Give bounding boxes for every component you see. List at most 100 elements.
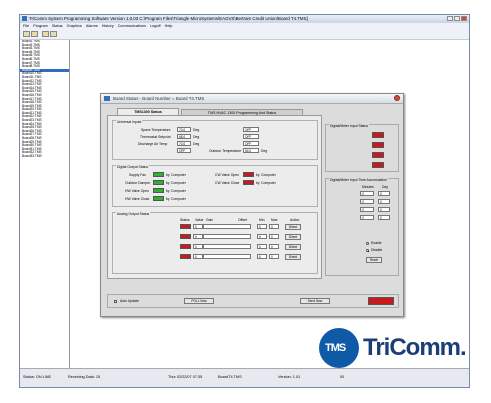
space-temp-value: 70.0 xyxy=(177,127,191,132)
digital-output-group: Digital Output Status Supply Fan by Comp… xyxy=(112,165,318,207)
print-icon[interactable] xyxy=(42,31,49,37)
board-list[interactable]: Board1.TMS Board2.TMS Board3.TMS Board4.TMS… xyxy=(20,40,70,369)
status-bar: Status: ON LINE Receiving Data: 15 Thur … xyxy=(20,368,469,387)
hw-valve-open-led[interactable] xyxy=(153,188,164,193)
close-button[interactable] xyxy=(461,16,467,21)
thermostat-setpoint-unit: Deg xyxy=(193,135,200,139)
time-accumulation-group: Digital/Meter Input Time Accumulation Mi… xyxy=(325,178,399,276)
outdoor-damper-led[interactable] xyxy=(153,180,164,185)
copy-icon[interactable] xyxy=(50,31,57,37)
digital-input2-led xyxy=(372,142,384,148)
analog-col-max: Max xyxy=(271,218,278,222)
accum-col-minutes: Minutes xyxy=(362,185,374,189)
analog-col-offset: Offset xyxy=(238,218,247,222)
analog-col-status: Status xyxy=(180,218,190,222)
outdoor-temp-label: Outdoor Temperature xyxy=(209,149,242,153)
supply-fan-by: by xyxy=(166,173,170,177)
enable-label: Enable xyxy=(371,241,382,245)
status-datetime: Thur 02/22/07 07:35 xyxy=(168,375,203,379)
status-version: Version: 1.01 xyxy=(278,375,301,379)
send-now-button[interactable]: Send Now xyxy=(300,298,330,304)
digital-input3-led xyxy=(372,152,384,158)
analog3-action-button[interactable]: Direct xyxy=(285,244,301,250)
disable-label: Disable xyxy=(371,248,383,252)
analog2-max[interactable]: 0 xyxy=(269,234,279,239)
cw-valve-open-label: CW Valve Open xyxy=(215,173,240,177)
minimize-button[interactable] xyxy=(447,16,453,21)
dialog-close-button[interactable] xyxy=(394,95,400,101)
digital-input-title: Digital/Meter Input Status xyxy=(329,124,370,128)
analog3-gain-offset[interactable] xyxy=(203,244,251,249)
analog4-min[interactable]: 0 xyxy=(257,254,267,259)
save-icon[interactable] xyxy=(31,31,38,37)
hw-valve-close-source: Computer xyxy=(171,197,186,201)
accum3-day: 0 xyxy=(378,207,390,212)
open-icon[interactable] xyxy=(23,31,30,37)
digital-input1-led xyxy=(372,132,384,138)
cw-valve-close-label: CW Valve Close xyxy=(215,181,240,185)
input4-value: OFF xyxy=(177,148,191,153)
cw-valve-close-source: Computer xyxy=(261,181,276,185)
hw-valve-close-by: by xyxy=(166,197,170,201)
outdoor-temp-unit: Deg xyxy=(261,149,268,153)
tab-tms1300-status[interactable]: TMS1300 Status xyxy=(117,108,179,115)
disable-radio[interactable] xyxy=(366,249,369,252)
analog1-gain-offset[interactable] xyxy=(203,224,251,229)
poll-now-button[interactable]: POLL Now xyxy=(184,298,214,304)
status-panel: Universal Inputs Space Temperature 70.0 … xyxy=(107,115,322,279)
analog4-action-button[interactable]: Direct xyxy=(285,254,301,260)
analog-output-title: Analog Output Status xyxy=(116,212,151,216)
analog1-max[interactable]: 0 xyxy=(269,224,279,229)
toolbar xyxy=(20,29,469,40)
discharge-air-status: OFF xyxy=(243,141,259,146)
hw-valve-close-label: HW Valve Close xyxy=(125,197,150,201)
status-file: BoardT4.TMS xyxy=(218,375,242,379)
analog-output-group: Analog Output Status Status Value Gain O… xyxy=(112,212,318,274)
cw-valve-open-led[interactable] xyxy=(243,172,254,177)
outdoor-temp-value: 54.0 xyxy=(243,148,259,153)
analog3-min[interactable]: 0 xyxy=(257,244,267,249)
tricomm-mark-text: TMS xyxy=(325,342,346,354)
outdoor-damper-by: by xyxy=(166,181,170,185)
thermostat-setpoint-label: Thermostat Setpoint xyxy=(140,135,171,139)
analog-col-value: Value xyxy=(195,218,204,222)
accum2-day: 0 xyxy=(378,199,390,204)
space-temp-unit: Deg xyxy=(193,128,200,132)
auto-update-checkbox[interactable] xyxy=(114,300,117,303)
reset-button[interactable]: Reset xyxy=(366,257,382,263)
dialog-footer: Auto Update POLL Now Send Now xyxy=(107,294,399,308)
analog1-min[interactable]: 0 xyxy=(257,224,267,229)
cw-valve-open-by: by xyxy=(256,173,260,177)
cw-valve-close-led[interactable] xyxy=(243,180,254,185)
window-title: TriComm System Programming Software Vers… xyxy=(29,16,308,21)
enable-radio[interactable] xyxy=(366,242,369,245)
accum2-minutes: 0 xyxy=(360,199,374,204)
analog2-min[interactable]: 0 xyxy=(257,234,267,239)
analog2-value: 0 xyxy=(193,234,203,239)
accum4-day: 0 xyxy=(378,215,390,220)
hw-valve-close-led[interactable] xyxy=(153,196,164,201)
board-list-item[interactable]: Board33.TMS xyxy=(20,154,69,159)
digital-output-title: Digital Output Status xyxy=(116,165,150,169)
analog3-status-led xyxy=(180,244,191,249)
discharge-air-unit: Deg xyxy=(193,142,200,146)
analog1-action-button[interactable]: Direct xyxy=(285,224,301,230)
maximize-button[interactable] xyxy=(454,16,460,21)
analog-col-action: Action xyxy=(290,218,300,222)
supply-fan-led[interactable] xyxy=(153,172,164,177)
analog4-value: 0 xyxy=(193,254,203,259)
analog3-value: 0 xyxy=(193,244,203,249)
cw-valve-open-source: Computer xyxy=(261,173,276,177)
hw-valve-open-by: by xyxy=(166,189,170,193)
auto-update-label: Auto Update xyxy=(120,299,139,303)
analog4-max[interactable]: 0 xyxy=(269,254,279,259)
tricomm-wordmark: TriComm. xyxy=(363,334,467,361)
space-temp-label: Space Temperature xyxy=(141,128,171,132)
analog4-gain-offset[interactable] xyxy=(203,254,251,259)
digital-input-group: Digital/Meter Input Status xyxy=(325,124,399,172)
analog3-max[interactable]: 0 xyxy=(269,244,279,249)
accum1-day: 0 xyxy=(378,191,390,196)
analog2-gain-offset[interactable] xyxy=(203,234,251,239)
analog2-action-button[interactable]: Direct xyxy=(285,234,301,240)
board-status-dialog: Board Status - Board Number = Board T4.T… xyxy=(100,93,404,317)
